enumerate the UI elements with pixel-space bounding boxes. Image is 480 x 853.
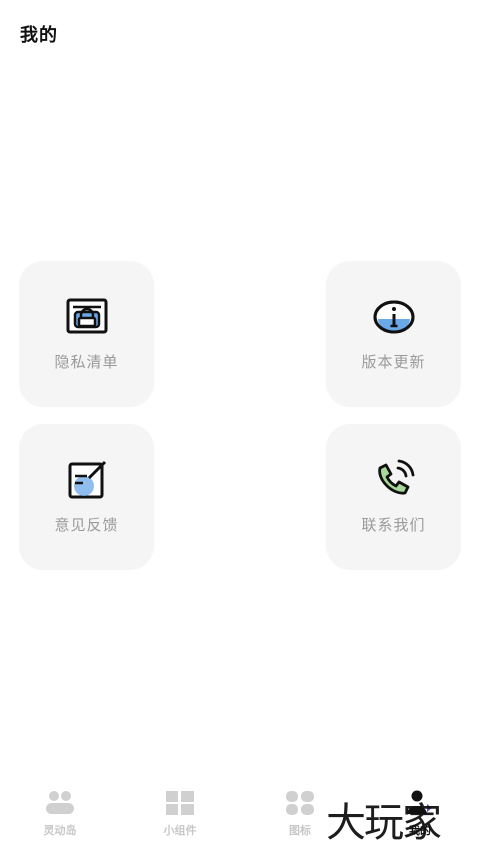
nav-label: 小组件 bbox=[163, 824, 197, 837]
contact-us-card[interactable]: 联系我们 bbox=[326, 424, 461, 570]
page-title: 我的 bbox=[20, 25, 58, 46]
phone-call-icon bbox=[378, 459, 415, 495]
feedback-card[interactable]: 意见反馈 bbox=[19, 424, 154, 570]
contact-us-label: 联系我们 bbox=[361, 516, 426, 534]
feedback-label: 意见反馈 bbox=[54, 516, 119, 534]
info-icon bbox=[373, 300, 415, 334]
privacy-list-label: 隐私清单 bbox=[54, 353, 119, 371]
widgets-grid-icon bbox=[166, 791, 194, 815]
nav-item-widgets[interactable]: 小组件 bbox=[120, 780, 240, 853]
version-update-card[interactable]: 版本更新 bbox=[326, 261, 461, 407]
feedback-edit-icon bbox=[68, 460, 107, 499]
privacy-list-card[interactable]: 隐私清单 bbox=[19, 261, 154, 407]
version-update-label: 版本更新 bbox=[361, 353, 426, 371]
icons-grid-icon bbox=[286, 791, 314, 815]
nav-label: 灵动岛 bbox=[43, 824, 77, 837]
privacy-list-icon bbox=[66, 298, 108, 334]
nav-item-dynamic-island[interactable]: 灵动岛 bbox=[0, 780, 120, 853]
watermark-logo: 大玩家 bbox=[326, 800, 442, 846]
dynamic-island-icon bbox=[46, 791, 74, 814]
